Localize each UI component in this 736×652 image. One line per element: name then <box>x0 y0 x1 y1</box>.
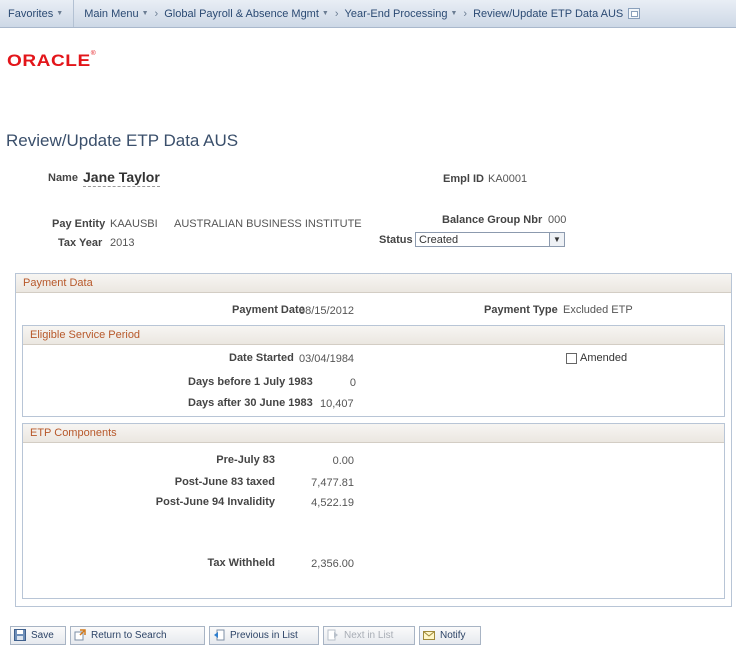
next-in-list-button[interactable]: Next in List <box>323 626 415 645</box>
status-selected-value: Created <box>419 234 459 246</box>
main-menu[interactable]: Main Menu ▼ <box>84 8 148 20</box>
post-june94-value: 4,522.19 <box>311 497 354 509</box>
trademark-mark: ® <box>90 51 97 57</box>
chevron-down-icon: ▼ <box>450 10 458 17</box>
return-to-search-label: Return to Search <box>91 630 167 641</box>
days-before-label: Days before 1 July 1983 <box>188 376 313 388</box>
status-select[interactable]: Created ▼ <box>415 232 565 247</box>
employee-name[interactable]: Jane Taylor <box>83 169 160 187</box>
save-button[interactable]: Save <box>10 626 66 645</box>
date-started-label: Date Started <box>229 352 294 364</box>
post-june83-value: 7,477.81 <box>311 477 354 489</box>
favorites-menu[interactable]: Favorites ▼ <box>8 8 63 20</box>
chevron-down-icon: ▼ <box>56 10 64 17</box>
tax-year-label: Tax Year <box>58 237 103 249</box>
next-in-list-label: Next in List <box>344 630 394 641</box>
pay-entity-code: KAAUSBI <box>110 218 158 230</box>
pay-entity-name: AUSTRALIAN BUSINESS INSTITUTE <box>174 218 362 230</box>
chevron-down-icon[interactable]: ▼ <box>549 233 564 246</box>
chevron-down-icon: ▼ <box>141 10 149 17</box>
notify-envelope-icon <box>423 631 435 640</box>
save-icon <box>14 629 26 641</box>
emplid-label: Empl ID <box>443 173 484 185</box>
payment-data-header: Payment Data <box>16 274 731 293</box>
status-label: Status <box>379 234 413 246</box>
emplid-value: KA0001 <box>488 173 528 185</box>
main-menu-label: Main Menu <box>84 7 139 20</box>
breadcrumb-label: Review/Update ETP Data AUS <box>473 7 624 20</box>
payment-date-label: Payment Date <box>232 304 305 316</box>
breadcrumb-global-payroll[interactable]: Global Payroll & Absence Mgmt ▼ <box>164 8 329 20</box>
previous-in-list-label: Previous in List <box>230 630 298 641</box>
return-arrow-icon <box>74 629 86 641</box>
breadcrumb-year-end[interactable]: Year-End Processing ▼ <box>345 8 458 20</box>
breadcrumb-label: Year-End Processing <box>344 7 448 20</box>
etp-components-group: ETP Components <box>22 423 725 599</box>
amended-label: Amended <box>580 352 628 364</box>
tax-year-value: 2013 <box>110 237 135 249</box>
notify-label: Notify <box>440 630 466 641</box>
navigation-bar: Favorites ▼ Main Menu ▼ › Global Payroll &… <box>0 0 736 28</box>
name-label: Name <box>48 172 78 184</box>
pay-entity-label: Pay Entity <box>52 218 106 230</box>
post-june83-label: Post-June 83 taxed <box>174 476 275 488</box>
previous-in-list-button[interactable]: Previous in List <box>209 626 319 645</box>
tax-withheld-label: Tax Withheld <box>207 557 275 569</box>
logo-text: ORACLE <box>7 51 91 70</box>
nav-divider <box>73 0 75 27</box>
oracle-logo: ORACLE® <box>7 51 96 71</box>
balance-group-value: 000 <box>548 214 567 226</box>
payment-type-value: Excluded ETP <box>563 304 633 316</box>
eligible-service-header: Eligible Service Period <box>23 326 724 345</box>
breadcrumb-separator-icon: › <box>334 7 339 20</box>
breadcrumb-separator-icon: › <box>154 7 159 20</box>
payment-type-label: Payment Type <box>484 304 558 316</box>
date-started-value: 03/04/1984 <box>299 353 355 365</box>
tax-withheld-value: 2,356.00 <box>311 558 354 570</box>
save-label: Save <box>31 630 54 641</box>
notify-button[interactable]: Notify <box>419 626 481 645</box>
chevron-down-icon: ▼ <box>321 10 329 17</box>
breadcrumb-label: Global Payroll & Absence Mgmt <box>164 7 319 20</box>
previous-arrow-icon <box>214 629 225 641</box>
eligible-service-group: Eligible Service Period <box>22 325 725 417</box>
pre-july-label: Pre-July 83 <box>216 454 275 466</box>
favorites-label: Favorites <box>8 7 54 20</box>
balance-group-label: Balance Group Nbr <box>442 214 543 226</box>
post-june94-label: Post-June 94 Invalidity <box>155 496 275 508</box>
page-title: Review/Update ETP Data AUS <box>6 131 239 150</box>
new-window-icon[interactable] <box>628 8 641 19</box>
breadcrumb-current-page[interactable]: Review/Update ETP Data AUS <box>473 8 623 20</box>
amended-checkbox[interactable] <box>566 353 577 364</box>
return-to-search-button[interactable]: Return to Search <box>70 626 205 645</box>
payment-date-value: 08/15/2012 <box>299 305 355 317</box>
days-after-label: Days after 30 June 1983 <box>188 397 313 409</box>
next-arrow-icon <box>327 629 338 641</box>
etp-components-header: ETP Components <box>23 424 724 443</box>
days-before-value: 0 <box>349 377 356 389</box>
pre-july-value: 0.00 <box>332 455 354 467</box>
days-after-value: 10,407 <box>320 398 354 410</box>
breadcrumb-separator-icon: › <box>463 7 468 20</box>
